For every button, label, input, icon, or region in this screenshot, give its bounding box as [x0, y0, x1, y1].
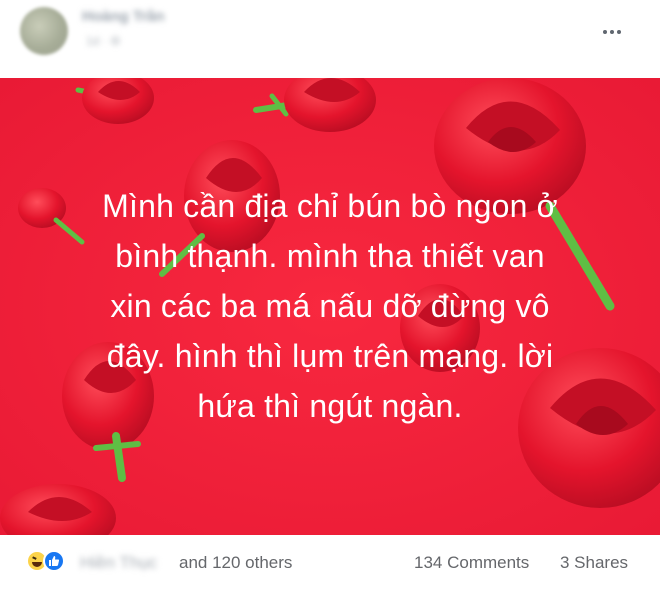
comments-count[interactable]: 134 Comments [414, 553, 529, 573]
post-text-line: xin các ba má nấu dỡ đừng vô [110, 288, 550, 324]
author-avatar[interactable] [20, 7, 68, 55]
reaction-icons[interactable] [26, 549, 74, 573]
shares-count[interactable]: 3 Shares [560, 553, 628, 573]
post-text-line: Mình cần địa chỉ bún bò ngon ở [102, 188, 558, 224]
post-text: Mình cần địa chỉ bún bò ngon ở bình thạn… [26, 181, 634, 431]
reaction-count[interactable]: and 120 others [179, 553, 292, 573]
post-background-banner[interactable]: Mình cần địa chỉ bún bò ngon ở bình thạn… [0, 78, 660, 535]
post-text-line: bình thạnh. mình tha thiết van [115, 238, 545, 274]
dot-icon [603, 30, 607, 34]
post-text-line: hứa thì ngút ngàn. [197, 388, 463, 424]
like-icon [43, 550, 65, 572]
post-header: Hoàng Trần 1d · ⚙ [0, 0, 660, 78]
post-text-line: đây. hình thì lụm trên mạng. lời [106, 338, 554, 374]
dot-icon [617, 30, 621, 34]
dot-icon [610, 30, 614, 34]
post-timestamp[interactable]: 1d · ⚙ [86, 34, 148, 50]
more-options-button[interactable] [598, 22, 626, 42]
author-name[interactable]: Hoàng Trần [82, 8, 194, 28]
reactor-name[interactable]: Hiền Thục [80, 553, 172, 571]
post-footer: Hiền Thục and 120 others 134 Comments 3 … [0, 535, 660, 593]
